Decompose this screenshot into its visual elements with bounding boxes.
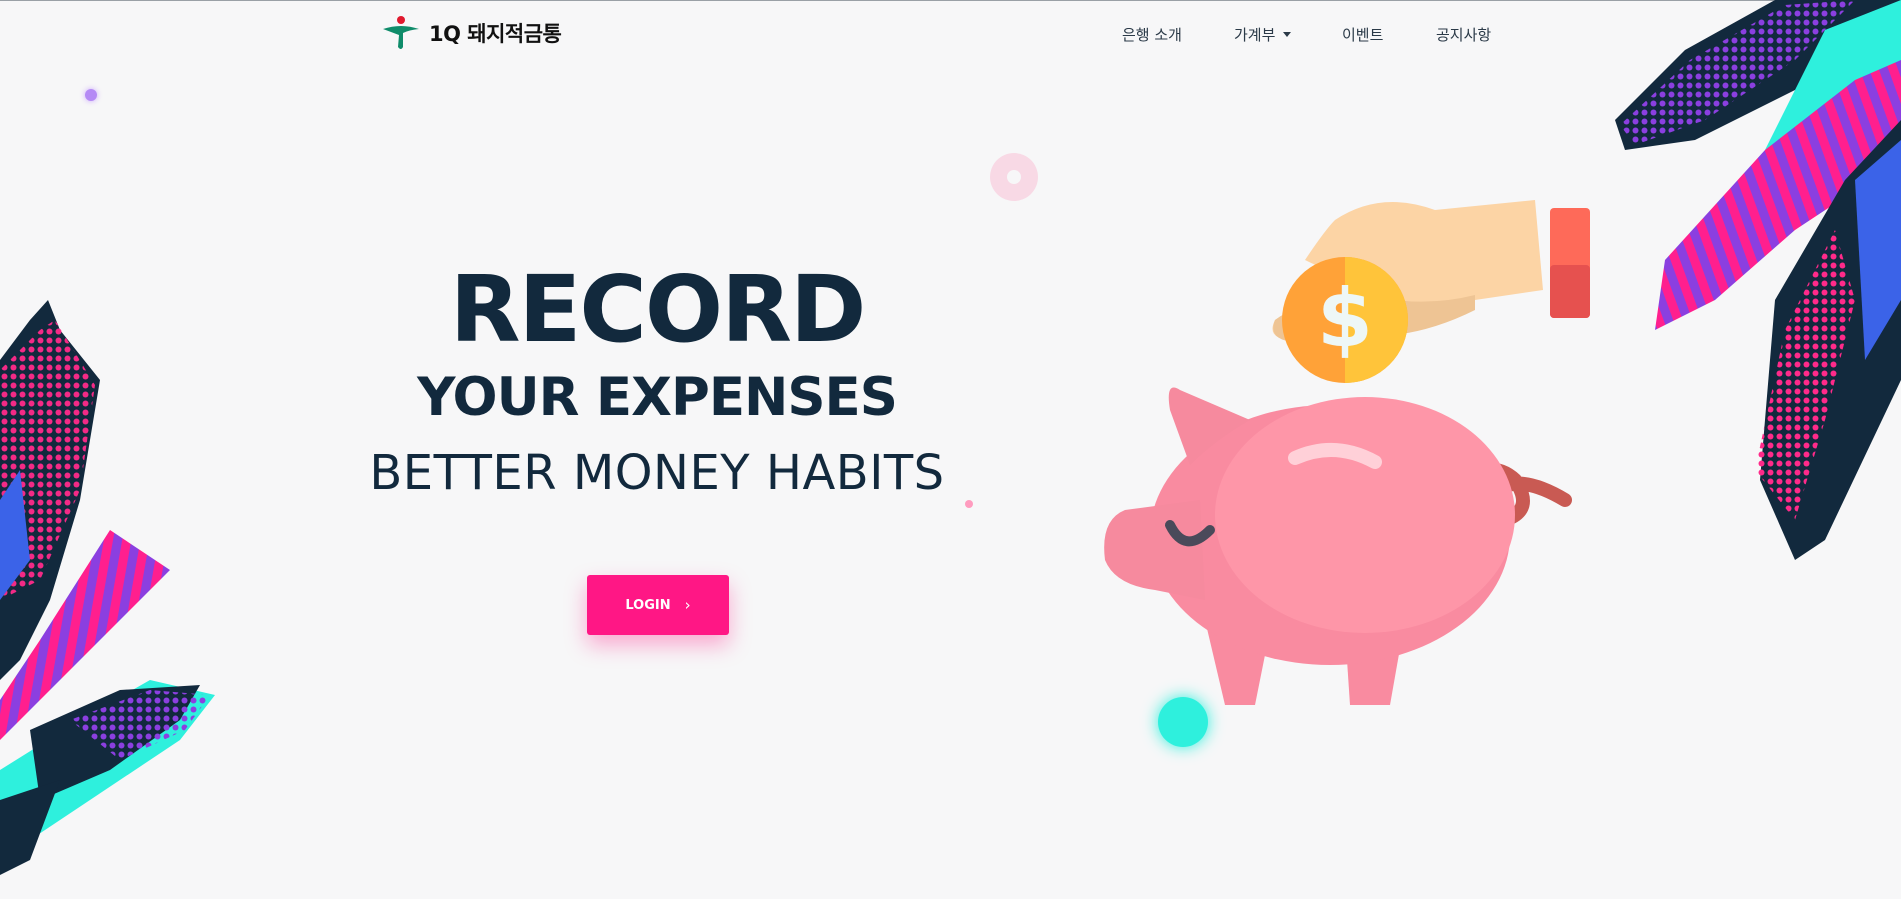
login-button[interactable]: LOGIN ›: [587, 575, 729, 635]
brand-name: 1Q 돼지적금통: [429, 22, 562, 46]
right-brush-decoration: [1615, 0, 1901, 560]
nav-item-notices[interactable]: 공지사항: [1436, 24, 1491, 45]
hero-subtitle: BETTER MONEY HABITS: [369, 445, 945, 501]
nav-label-notices: 공지사항: [1436, 26, 1492, 44]
left-brush-decoration: [0, 300, 215, 875]
nav-label-household-ledger: 가계부: [1234, 26, 1276, 44]
hero-title-record: RECORD: [449, 256, 867, 363]
caret-down-icon: [1283, 32, 1292, 37]
logo-mark-icon: [383, 16, 419, 49]
nav-item-events[interactable]: 이벤트: [1342, 24, 1383, 45]
login-button-label: LOGIN: [625, 597, 671, 613]
coin-dollar-symbol: $: [1317, 272, 1373, 365]
nav-item-about[interactable]: 은행 소개: [1122, 24, 1182, 45]
nav-label-about: 은행 소개: [1122, 26, 1182, 44]
float-dot-purple: [85, 89, 97, 101]
hero-headline: RECORD YOUR EXPENSES BETTER MONEY HABITS: [357, 255, 957, 515]
piggy-bank-illustration: $: [1104, 200, 1590, 705]
nav-item-household-ledger[interactable]: 가계부: [1234, 24, 1292, 45]
float-ring-pink: [990, 153, 1038, 201]
nav-label-events: 이벤트: [1342, 26, 1384, 44]
float-dot-pink: [965, 500, 973, 508]
logo[interactable]: 1Q 돼지적금통: [379, 13, 562, 53]
hero-title-expenses: YOUR EXPENSES: [417, 367, 898, 428]
chevron-right-icon: ›: [684, 596, 691, 614]
